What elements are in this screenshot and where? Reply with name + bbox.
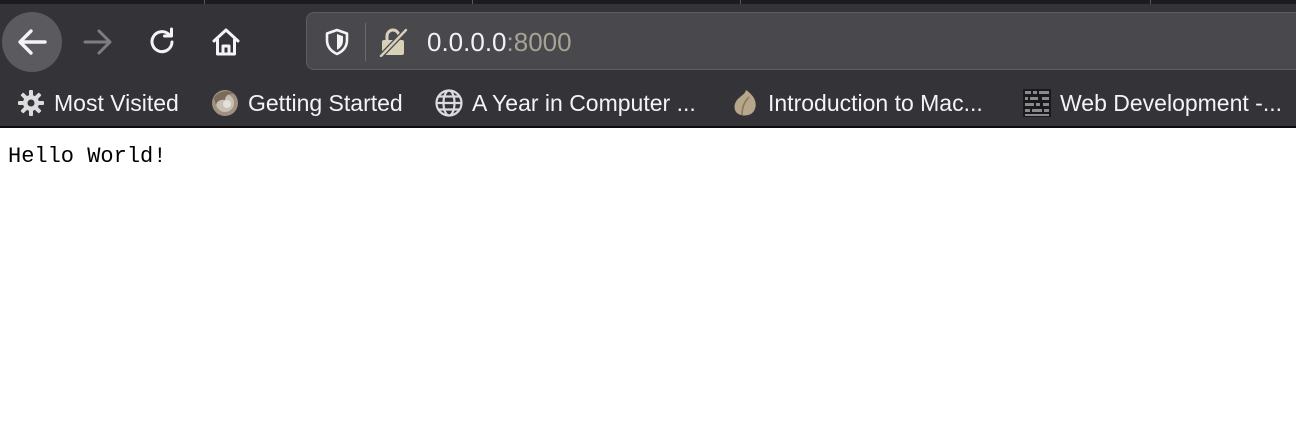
- globe-icon: [434, 88, 464, 118]
- page-content: Hello World!: [0, 128, 1296, 438]
- navigation-toolbar: 0.0.0.0:8000: [0, 4, 1296, 80]
- bookmark-web-development[interactable]: Web Development -...: [1022, 84, 1282, 122]
- page-body-text: Hello World!: [8, 144, 167, 169]
- url-text[interactable]: 0.0.0.0:8000: [427, 26, 572, 58]
- firefox-icon: [210, 88, 240, 118]
- bookmark-label: Getting Started: [248, 89, 403, 116]
- url-host: 0.0.0.0: [427, 27, 507, 57]
- url-port: :8000: [506, 27, 572, 57]
- home-button[interactable]: [204, 22, 248, 62]
- bookmark-label: Most Visited: [54, 89, 179, 116]
- urlbar-separator: [365, 23, 366, 61]
- shield-icon: [325, 28, 349, 56]
- bookmark-label: Introduction to Mac...: [768, 89, 983, 116]
- bookmark-label: Web Development -...: [1060, 89, 1283, 116]
- gear-icon: [16, 88, 46, 118]
- back-arrow-icon: [18, 29, 47, 55]
- tracking-protection-button[interactable]: [319, 25, 355, 59]
- forward-button[interactable]: [76, 22, 120, 62]
- leaf-icon: [730, 88, 760, 118]
- forward-arrow-icon: [83, 29, 112, 55]
- bookmark-label: A Year in Computer ...: [472, 89, 696, 116]
- address-bar[interactable]: 0.0.0.0:8000: [306, 12, 1296, 70]
- browser-window: 0.0.0.0:8000 Most Visited Getting Starte…: [0, 0, 1296, 438]
- bookmark-introduction-to-mac[interactable]: Introduction to Mac...: [730, 84, 983, 122]
- grid-icon: [1022, 88, 1052, 118]
- bookmark-most-visited[interactable]: Most Visited: [16, 84, 179, 122]
- bookmark-a-year-in-computer[interactable]: A Year in Computer ...: [434, 84, 696, 122]
- back-button[interactable]: [2, 12, 62, 72]
- home-icon: [212, 28, 240, 56]
- reload-icon: [150, 27, 174, 54]
- insecure-lock-icon: [379, 28, 408, 57]
- bookmarks-toolbar: Most Visited Getting Started A Year in C…: [0, 80, 1296, 128]
- reload-button[interactable]: [140, 22, 184, 62]
- site-identity-button[interactable]: [375, 25, 411, 59]
- bookmark-getting-started[interactable]: Getting Started: [210, 84, 403, 122]
